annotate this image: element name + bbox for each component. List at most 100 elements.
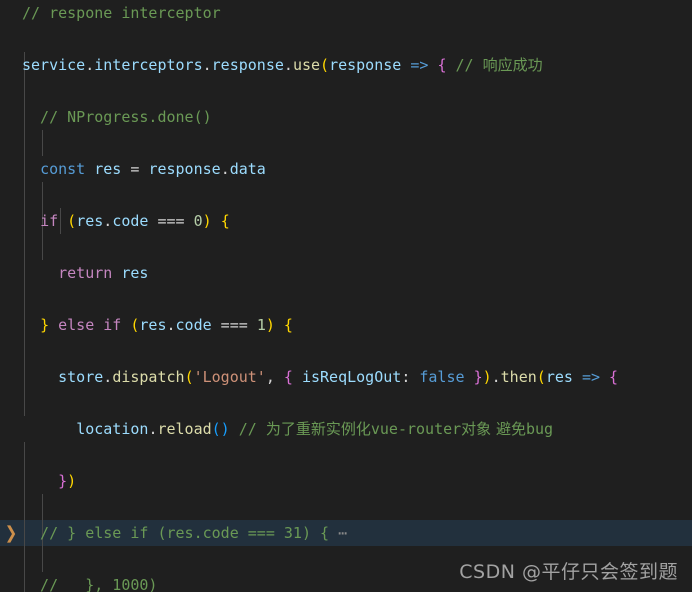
code-token: . (491, 368, 501, 386)
code-token: if (40, 212, 59, 230)
gutter-cell (0, 52, 22, 78)
code-token: => (581, 368, 610, 386)
code-token: dispatch (112, 368, 185, 386)
code-token: return (58, 264, 113, 282)
code-token: ( (320, 56, 330, 74)
code-token: location (76, 420, 149, 438)
code-token: { (220, 212, 230, 230)
code-token: response (148, 160, 221, 178)
code-line[interactable]: if (res.code === 0) { (0, 208, 692, 234)
code-token: use (292, 56, 321, 74)
code-line-content: // } else if (res.code === 31) { ⋯ (22, 520, 347, 546)
code-token: ) (67, 472, 77, 490)
code-token: res (139, 316, 167, 334)
code-token: } (58, 472, 68, 490)
code-line[interactable]: const res = response.data (0, 156, 692, 182)
code-line[interactable]: }) (0, 468, 692, 494)
code-token: = (121, 160, 149, 178)
code-token: vue-router (370, 420, 462, 438)
code-line[interactable]: // respone interceptor (0, 0, 692, 26)
code-line-content: service.interceptors.response.use(respon… (22, 52, 543, 78)
code-line-content: // respone interceptor (22, 0, 221, 26)
csdn-watermark: CSDN @平仔只会签到题 (459, 561, 678, 583)
code-token: const (40, 160, 86, 178)
fold-chevron-icon[interactable]: ❯ (0, 520, 22, 546)
code-line-content: if (res.code === 0) { (22, 208, 230, 234)
code-line[interactable]: location.reload() // 为了重新实例化vue-router对象… (0, 416, 692, 442)
code-line[interactable]: service.interceptors.response.use(respon… (0, 52, 692, 78)
code-token: // respone interceptor (22, 4, 221, 22)
code-token: reload (157, 420, 212, 438)
gutter-cell (0, 468, 22, 494)
code-token: => (410, 56, 438, 74)
gutter-cell (0, 208, 22, 234)
code-token: 'Logout' (193, 368, 266, 386)
code-line[interactable]: store.dispatch('Logout', { isReqLogOut: … (0, 364, 692, 390)
code-token: // (229, 420, 266, 438)
code-line-content: // NProgress.done() (22, 104, 212, 130)
code-token: 为了重新实例化 (265, 420, 371, 438)
code-token: false (419, 368, 465, 386)
code-token: res (94, 160, 122, 178)
code-token: { (609, 368, 619, 386)
gutter-cell (0, 260, 22, 286)
code-token: 对象 避免 (461, 420, 526, 438)
code-token: ) (482, 368, 492, 386)
code-line[interactable]: } else if (res.code === 1) { (0, 312, 692, 338)
code-token: isReqLogOut (301, 368, 402, 386)
code-token: 0 (193, 212, 203, 230)
code-token: data (229, 160, 266, 178)
code-token: then (500, 368, 537, 386)
code-token: , (265, 368, 284, 386)
code-token: response (329, 56, 411, 74)
gutter-cell (0, 104, 22, 130)
code-token: 响应成功 (482, 56, 543, 74)
code-token: ( (536, 368, 546, 386)
code-token: . (103, 212, 113, 230)
gutter-cell (0, 364, 22, 390)
code-line-content: location.reload() // 为了重新实例化vue-router对象… (22, 416, 553, 442)
code-token: === (211, 316, 257, 334)
code-token: ) (202, 212, 212, 230)
code-token: } (473, 368, 483, 386)
code-token: res (76, 212, 104, 230)
code-token: code (112, 212, 149, 230)
code-token: ( (184, 368, 194, 386)
code-line-content: // }, 1000) (22, 572, 157, 592)
code-line-content: store.dispatch('Logout', { isReqLogOut: … (22, 364, 618, 390)
code-token: : (401, 368, 420, 386)
code-token: . (85, 56, 95, 74)
code-token: res (545, 368, 582, 386)
code-line[interactable]: return res (0, 260, 692, 286)
code-token: } (40, 316, 50, 334)
code-token: . (166, 316, 176, 334)
code-line[interactable]: ❯ // } else if (res.code === 31) { ⋯ (0, 520, 692, 546)
code-token: response (211, 56, 284, 74)
chevron-right-icon[interactable]: ❯ (5, 518, 18, 548)
code-editor-viewport[interactable]: // respone interceptor service.intercepto… (0, 0, 692, 592)
code-token: interceptors (94, 56, 203, 74)
code-token: // } else if (res.code === 31) { (22, 524, 339, 542)
code-token: code (175, 316, 212, 334)
code-token: service (22, 56, 86, 74)
code-token: === (148, 212, 194, 230)
code-line-content: return res (22, 260, 148, 286)
code-token: () (211, 420, 230, 438)
gutter-cell (0, 312, 22, 338)
code-lines-container[interactable]: // respone interceptor service.intercepto… (0, 0, 692, 592)
code-token: // (446, 56, 483, 74)
code-line[interactable]: // NProgress.done() (0, 104, 692, 130)
code-token: store (58, 368, 104, 386)
code-token: . (103, 368, 113, 386)
